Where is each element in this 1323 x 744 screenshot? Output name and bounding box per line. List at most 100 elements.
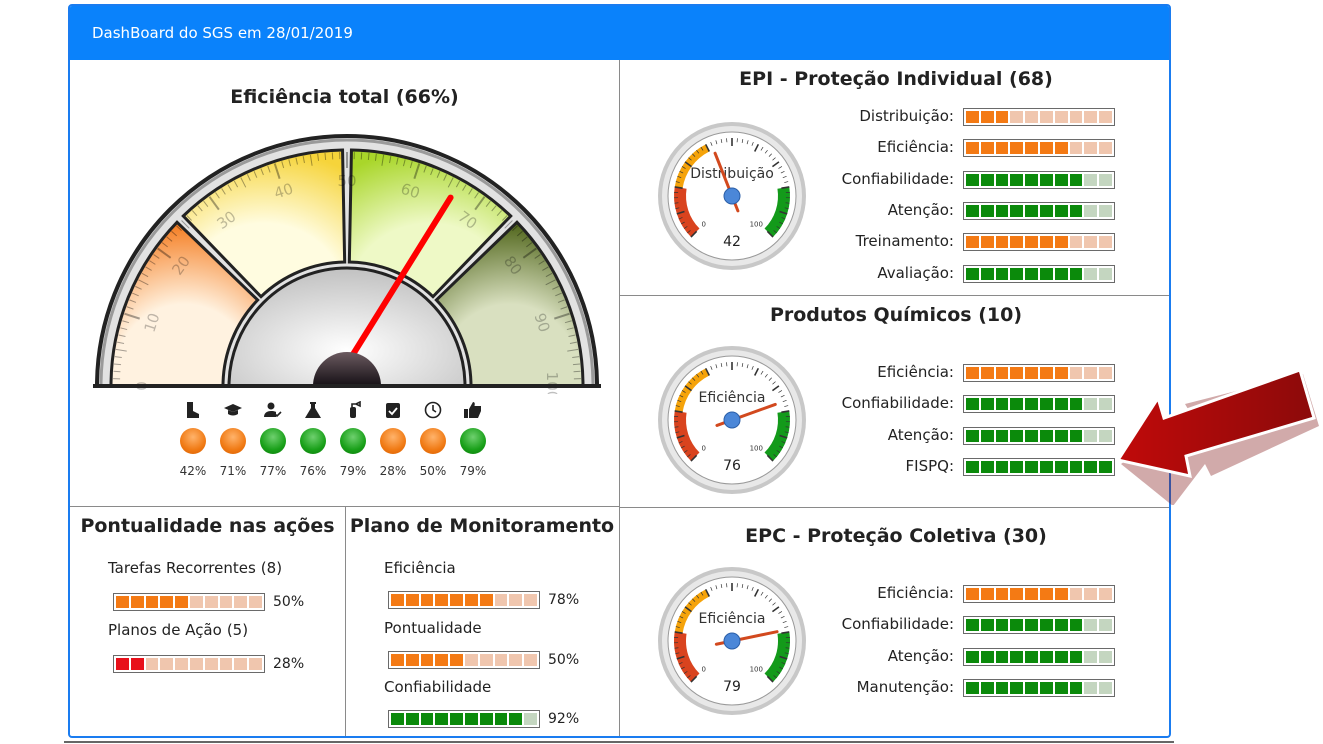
status-percent: 76% xyxy=(299,464,327,478)
progress-segment xyxy=(494,713,508,725)
epc-title: EPC - Proteção Coletiva (30) xyxy=(745,525,1047,547)
status-percent: 28% xyxy=(379,464,407,478)
progress-segment xyxy=(980,204,994,217)
divider xyxy=(345,506,346,736)
progress-segment xyxy=(175,596,188,608)
progress-segment xyxy=(1084,429,1098,442)
dial-min-label: 0 xyxy=(701,665,705,673)
progress-bar xyxy=(963,678,1115,697)
progress-segment xyxy=(1010,681,1024,694)
main-gauge-title: Eficiência total (66%) xyxy=(230,86,459,108)
progress-segment xyxy=(1039,588,1053,600)
progress-segment xyxy=(1054,173,1068,186)
progress-segment xyxy=(1069,173,1083,186)
progress-segment xyxy=(1025,681,1038,694)
metric-label: Confiabilidade: xyxy=(841,169,954,188)
status-percent: 42% xyxy=(179,464,207,478)
progress-segment xyxy=(234,596,248,608)
metric-label: Confiabilidade: xyxy=(841,394,954,413)
metric-label: Manutenção: xyxy=(856,677,954,696)
metric-label: Tarefas Recorrentes (8) xyxy=(108,559,282,577)
progress-segment xyxy=(234,658,248,670)
progress-bar xyxy=(963,585,1115,603)
progress-segment xyxy=(1069,619,1083,632)
progress-segment xyxy=(980,619,994,632)
progress-segment xyxy=(1084,398,1098,411)
progress-segment xyxy=(405,653,419,666)
progress-segment xyxy=(1025,619,1038,632)
progress-segment xyxy=(1039,173,1053,186)
dial-value: 42 xyxy=(723,234,741,250)
progress-segment xyxy=(219,596,233,608)
status-ball xyxy=(340,428,366,454)
dial-label: Distribuição xyxy=(690,166,774,182)
progress-segment xyxy=(1039,111,1053,123)
metric-label: Eficiência: xyxy=(877,584,954,602)
progress-segment xyxy=(980,650,994,663)
bottom-rule xyxy=(64,741,1174,743)
progress-segment xyxy=(1039,681,1053,694)
progress-segment xyxy=(1025,588,1038,600)
progress-segment xyxy=(1010,267,1024,280)
progress-segment xyxy=(1039,650,1053,663)
metric-percent: 28% xyxy=(273,656,305,672)
progress-segment xyxy=(391,713,404,725)
dial-tick xyxy=(674,647,679,649)
gauge-tick-label: 100 xyxy=(543,372,561,394)
progress-segment xyxy=(966,236,979,249)
dial-hub xyxy=(723,632,741,650)
status-ball xyxy=(460,428,486,454)
progress-segment xyxy=(189,596,203,608)
progress-segment xyxy=(980,460,994,473)
progress-segment xyxy=(405,594,419,606)
progress-segment xyxy=(1054,588,1068,600)
progress-segment xyxy=(524,594,537,606)
progress-segment xyxy=(1069,681,1083,694)
progress-segment xyxy=(1025,111,1038,123)
status-percent: 77% xyxy=(259,464,287,478)
progress-segment xyxy=(995,650,1009,663)
pontualidade-title: Pontualidade nas ações xyxy=(80,515,335,537)
metric-label: Planos de Ação (5) xyxy=(108,621,248,639)
progress-segment xyxy=(1084,650,1098,663)
dial-hub xyxy=(723,411,741,429)
progress-segment xyxy=(435,653,449,666)
progress-segment xyxy=(1010,460,1024,473)
progress-segment xyxy=(1039,398,1053,411)
progress-segment xyxy=(995,429,1009,442)
progress-segment xyxy=(1069,460,1083,473)
progress-segment xyxy=(189,658,203,670)
progress-segment xyxy=(1025,142,1038,155)
dial-min-label: 0 xyxy=(701,444,705,452)
progress-segment xyxy=(980,681,994,694)
status-ball xyxy=(420,428,446,454)
progress-segment xyxy=(995,619,1009,632)
progress-segment xyxy=(980,429,994,442)
progress-segment xyxy=(980,142,994,155)
progress-segment xyxy=(980,236,994,249)
progress-segment xyxy=(1084,204,1098,217)
progress-bar xyxy=(963,170,1115,189)
progress-bar xyxy=(963,647,1115,666)
progress-segment xyxy=(1025,204,1038,217)
dial-max-label: 100 xyxy=(750,665,763,673)
progress-segment xyxy=(1069,236,1083,249)
progress-segment xyxy=(1039,429,1053,442)
graduation-cap-icon xyxy=(221,401,245,421)
dial-value: 76 xyxy=(723,458,741,474)
progress-segment xyxy=(1084,173,1098,186)
dashboard-header: DashBoard do SGS em 28/01/2019 xyxy=(70,6,1169,60)
progress-segment xyxy=(1025,460,1038,473)
user-check-icon xyxy=(261,401,285,421)
progress-segment xyxy=(450,653,463,666)
progress-segment xyxy=(464,713,478,725)
metric-label: Eficiência: xyxy=(877,138,954,157)
progress-segment xyxy=(464,594,478,606)
divider xyxy=(619,60,620,736)
dial-max-label: 100 xyxy=(750,220,763,228)
progress-segment xyxy=(1084,460,1098,473)
metric-label: Avaliação: xyxy=(877,263,954,282)
progress-segment xyxy=(1054,681,1068,694)
dial-tick xyxy=(785,202,790,204)
progress-segment xyxy=(1010,173,1024,186)
